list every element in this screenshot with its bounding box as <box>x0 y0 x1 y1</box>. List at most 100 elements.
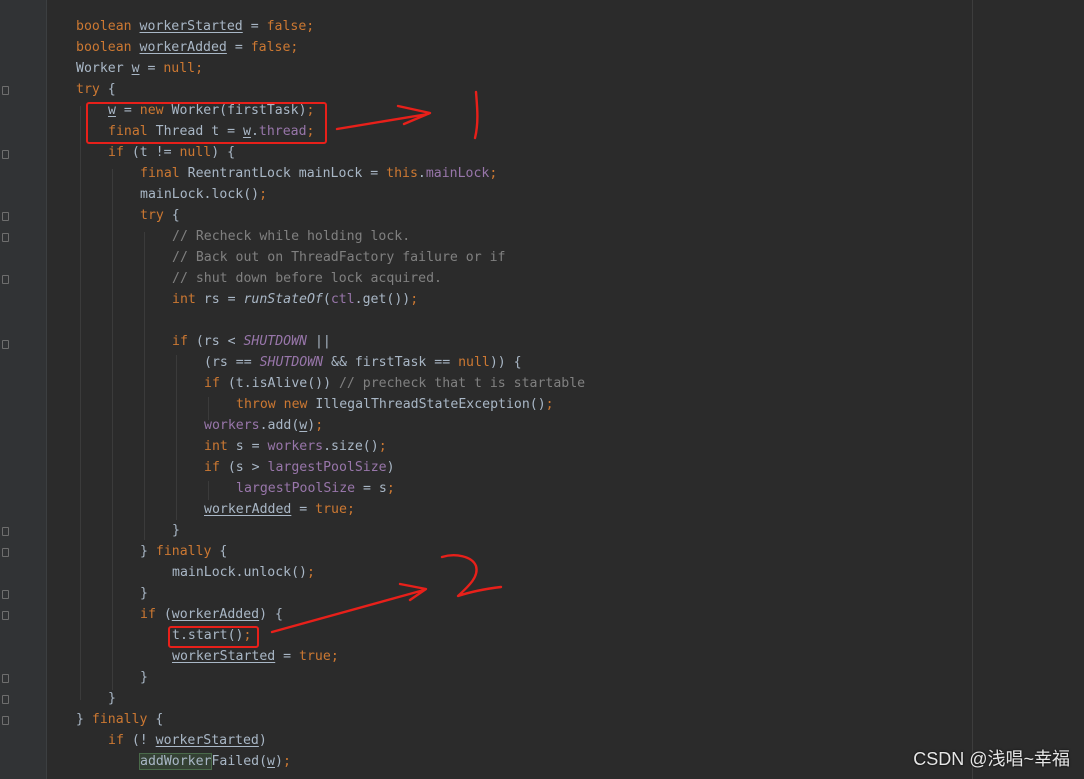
fold-marker-icon[interactable] <box>2 527 9 536</box>
code-line[interactable]: boolean workerStarted = false; <box>76 16 314 37</box>
code-line[interactable]: Worker w = null; <box>76 58 203 79</box>
code-line[interactable]: // Back out on ThreadFactory failure or … <box>172 247 505 268</box>
code-token: = s <box>355 481 387 496</box>
right-margin-guide <box>972 0 973 779</box>
fold-marker-icon[interactable] <box>2 611 9 620</box>
code-token: w <box>242 124 251 139</box>
code-line[interactable]: } <box>140 667 148 688</box>
code-token: largestPoolSize <box>236 481 356 496</box>
code-token: mainLock.unlock() <box>172 565 307 580</box>
code-line[interactable]: } <box>140 583 148 604</box>
code-line[interactable]: largestPoolSize = s; <box>236 478 395 499</box>
code-token: workerAdded <box>139 40 227 55</box>
code-line[interactable]: if (t.isAlive()) // precheck that t is s… <box>204 373 585 394</box>
code-line[interactable]: if (rs < SHUTDOWN || <box>172 331 331 352</box>
code-editor[interactable]: boolean workerStarted = false; boolean wo… <box>0 0 1084 779</box>
code-token: )) { <box>489 355 522 370</box>
fold-marker-icon[interactable] <box>2 275 9 284</box>
code-token: ; <box>306 103 315 118</box>
code-token: ) { <box>211 145 236 160</box>
code-token: false <box>266 19 307 34</box>
code-token: if <box>140 607 156 622</box>
code-token: if <box>108 145 124 160</box>
code-token: ReentrantLock mainLock = <box>187 166 387 181</box>
code-line[interactable]: workerAdded = true; <box>204 499 355 520</box>
code-line[interactable]: if (! workerStarted) <box>108 730 267 751</box>
code-line[interactable]: } <box>108 688 116 709</box>
code-line[interactable]: // shut down before lock acquired. <box>172 268 442 289</box>
fold-marker-icon[interactable] <box>2 212 9 221</box>
code-line[interactable]: } <box>172 520 180 541</box>
indent-guide <box>144 232 145 540</box>
code-token: .get()) <box>354 292 411 307</box>
code-line[interactable]: mainLock.unlock(); <box>172 562 315 583</box>
code-token: SHUTDOWN <box>243 334 307 349</box>
code-line[interactable]: workers.add(w); <box>204 415 323 436</box>
fold-marker-icon[interactable] <box>2 340 9 349</box>
code-token: ; <box>195 61 204 76</box>
code-line[interactable]: mainLock.lock(); <box>140 184 267 205</box>
code-token: finally <box>155 544 212 559</box>
code-line[interactable]: } finally { <box>140 541 227 562</box>
code-line[interactable]: // Recheck while holding lock. <box>172 226 410 247</box>
code-token: ; <box>282 754 291 769</box>
code-line[interactable]: try { <box>140 205 180 226</box>
editor-gutter[interactable] <box>0 0 47 779</box>
code-line[interactable]: t.start(); <box>172 625 251 646</box>
fold-marker-icon[interactable] <box>2 716 9 725</box>
code-token: int <box>172 292 204 307</box>
code-token: || <box>307 334 331 349</box>
code-token: { <box>211 544 228 559</box>
code-token: workers <box>204 418 260 433</box>
code-line[interactable]: if (t != null) { <box>108 142 235 163</box>
code-token: // precheck that t is startable <box>338 376 586 391</box>
code-token: = <box>139 61 164 76</box>
code-token: workers <box>267 439 324 454</box>
fold-marker-icon[interactable] <box>2 695 9 704</box>
code-token: } <box>140 586 148 601</box>
code-line[interactable]: int s = workers.size(); <box>204 436 387 457</box>
code-token: { <box>147 712 164 727</box>
fold-marker-icon[interactable] <box>2 590 9 599</box>
code-line[interactable]: if (s > largestPoolSize) <box>204 457 395 478</box>
code-line[interactable]: if (workerAdded) { <box>140 604 283 625</box>
code-token: } <box>108 691 116 706</box>
code-token: ; <box>489 166 498 181</box>
fold-marker-icon[interactable] <box>2 86 9 95</box>
code-line[interactable]: } finally { <box>76 709 163 730</box>
code-line[interactable]: final ReentrantLock mainLock = this.main… <box>140 163 497 184</box>
code-line[interactable]: addWorkerFailed(w); <box>138 751 291 772</box>
code-token: { <box>163 208 180 223</box>
code-line[interactable]: w = new Worker(firstTask); <box>108 100 314 121</box>
fold-marker-icon[interactable] <box>2 150 9 159</box>
code-line[interactable]: int rs = runStateOf(ctl.get()); <box>172 289 418 310</box>
code-line[interactable]: (rs == SHUTDOWN && firstTask == null)) { <box>204 352 522 373</box>
code-token: try <box>76 82 100 97</box>
code-token: ; <box>378 439 387 454</box>
code-token: null <box>458 355 490 370</box>
code-token: int <box>204 439 236 454</box>
code-token: false <box>250 40 291 55</box>
code-token: mainLock.lock() <box>140 187 260 202</box>
code-token: ( <box>155 607 172 622</box>
code-token: .add( <box>259 418 300 433</box>
code-line[interactable]: try { <box>76 79 116 100</box>
code-token: (t != <box>123 145 180 160</box>
code-line[interactable]: workerStarted = true; <box>172 646 339 667</box>
code-token: ) <box>258 733 267 748</box>
code-token: Thread t = <box>155 124 243 139</box>
fold-marker-icon[interactable] <box>2 233 9 242</box>
watermark-text: CSDN @浅唱~幸福 <box>913 749 1070 769</box>
code-token: if <box>204 376 220 391</box>
fold-marker-icon[interactable] <box>2 548 9 557</box>
code-line[interactable]: throw new IllegalThreadStateException(); <box>236 394 554 415</box>
code-token: if <box>108 733 124 748</box>
fold-marker-icon[interactable] <box>2 674 9 683</box>
code-line[interactable]: boolean workerAdded = false; <box>76 37 298 58</box>
code-token: throw new <box>236 397 316 412</box>
code-token: true <box>299 649 331 664</box>
code-token: ctl <box>330 292 355 307</box>
code-token: } <box>140 544 156 559</box>
indent-guide <box>208 481 209 500</box>
code-line[interactable]: final Thread t = w.thread; <box>108 121 314 142</box>
